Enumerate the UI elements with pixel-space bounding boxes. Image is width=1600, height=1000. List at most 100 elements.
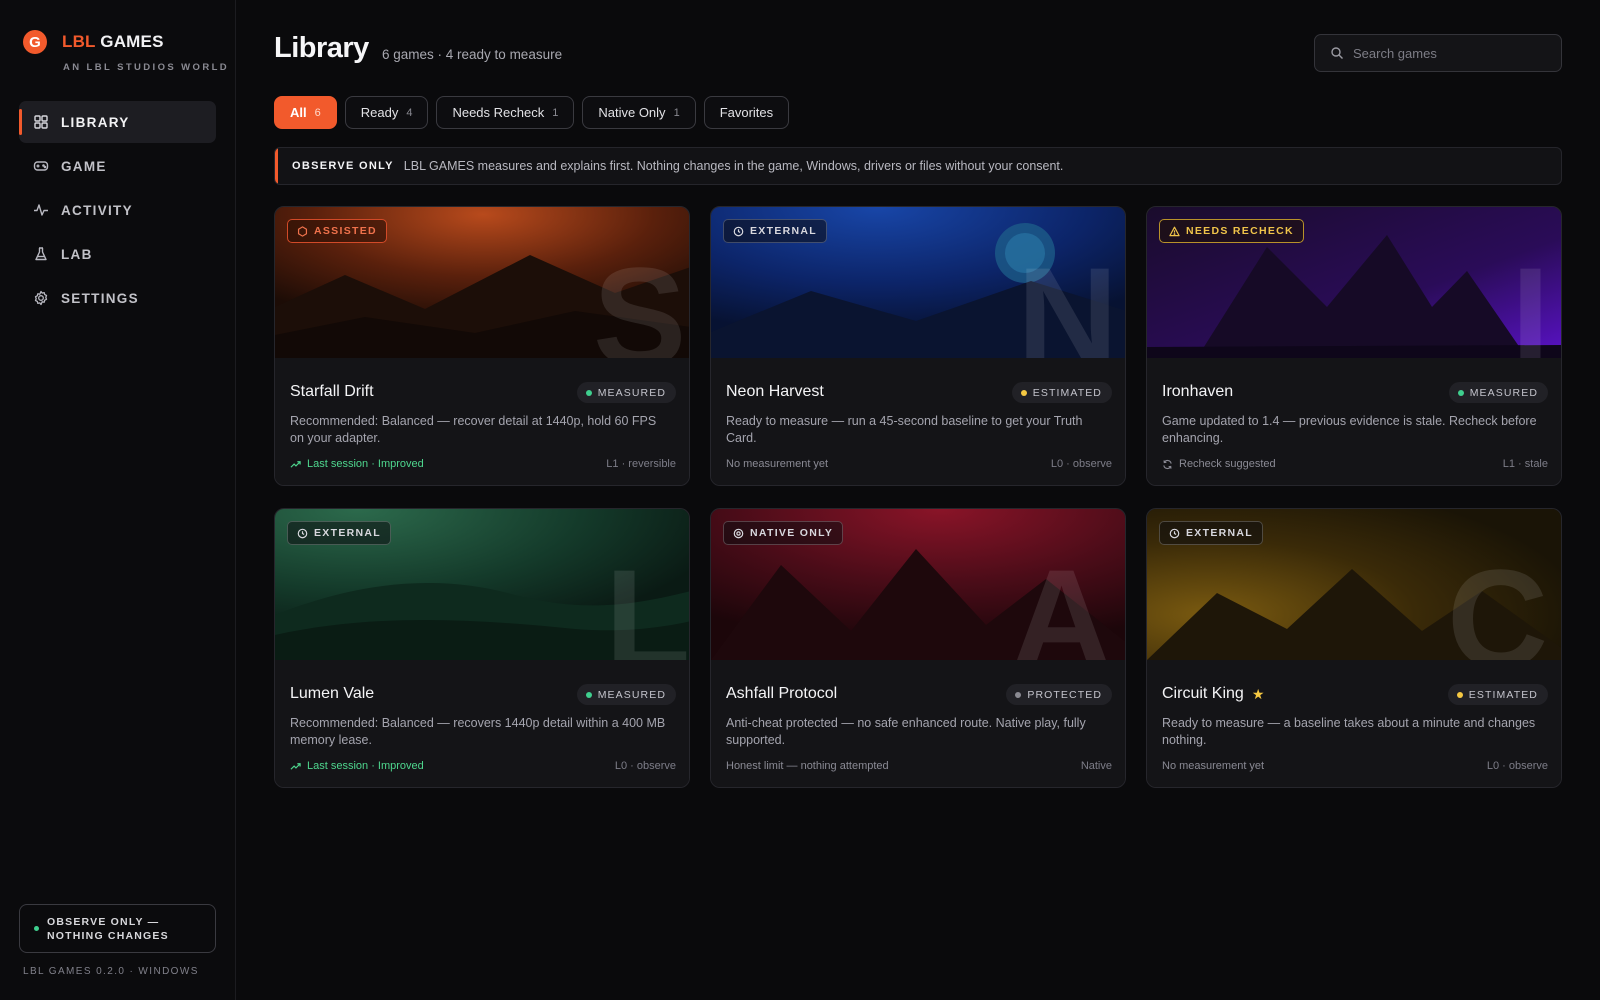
target-icon xyxy=(733,528,744,538)
status-label: MEASURED xyxy=(597,386,666,399)
observe-only-label: OBSERVE ONLY — NOTHING CHANGES xyxy=(47,915,169,942)
clock-icon xyxy=(1169,528,1180,538)
session-note: Recheck suggested xyxy=(1162,458,1276,470)
filter-all[interactable]: All 6 xyxy=(274,96,337,129)
sidebar-item-library[interactable]: LIBRARY xyxy=(19,101,216,143)
filter-ready[interactable]: Ready 4 xyxy=(344,96,429,129)
filter-count: 4 xyxy=(406,106,413,119)
status-dot-icon xyxy=(585,389,592,396)
trend-up-icon xyxy=(290,460,301,468)
game-description: Recommended: Balanced — recover detail a… xyxy=(290,414,657,445)
status-label: MEASURED xyxy=(597,688,666,701)
level-tag: L0 · observe xyxy=(1050,458,1112,470)
brand-logo-icon: G xyxy=(23,30,47,54)
filter-label: All xyxy=(290,105,307,120)
game-description: Ready to measure — a baseline takes abou… xyxy=(1162,716,1536,747)
observe-only-indicator[interactable]: OBSERVE ONLY — NOTHING CHANGES xyxy=(19,904,216,953)
game-title-text: Ashfall Protocol xyxy=(726,685,838,702)
status-dot-icon xyxy=(1015,691,1022,698)
session-note: No measurement yet xyxy=(726,458,828,470)
session-note-text: Honest limit — nothing attempted xyxy=(726,760,889,772)
status-badge: MEASURED xyxy=(576,684,676,705)
status-label: ESTIMATED xyxy=(1468,688,1538,701)
badge-label: EXTERNAL xyxy=(1186,527,1253,539)
game-title: Neon Harvest xyxy=(726,383,824,401)
sidebar-item-label: LIBRARY xyxy=(61,114,130,130)
card-body: Circuit King ★ ESTIMATED Ready to measur… xyxy=(1147,660,1561,787)
status-badge: MEASURED xyxy=(1448,382,1548,403)
refresh-icon xyxy=(1163,459,1172,469)
search-box[interactable] xyxy=(1314,34,1562,72)
game-card-ironhaven[interactable]: I NEEDS RECHECK Ironhaven MEASURED Game … xyxy=(1146,206,1562,486)
banner-label: OBSERVE ONLY xyxy=(292,160,394,172)
filter-label: Needs Recheck xyxy=(452,105,545,120)
game-title: Ironhaven xyxy=(1162,383,1233,401)
session-note: Last session · Improved xyxy=(290,458,424,470)
search-icon xyxy=(1331,47,1343,59)
route-badge: EXTERNAL xyxy=(1159,521,1263,545)
status-badge: PROTECTED xyxy=(1006,684,1112,705)
route-badge: NEEDS RECHECK xyxy=(1159,219,1304,243)
badge-label: EXTERNAL xyxy=(750,225,817,237)
game-card-starfall-drift[interactable]: S ASSISTED Starfall Drift MEASURED Recom… xyxy=(274,206,690,486)
card-body: Ashfall Protocol PROTECTED Anti-cheat pr… xyxy=(711,660,1125,787)
filter-label: Ready xyxy=(360,105,399,120)
game-card-circuit-king[interactable]: C EXTERNAL Circuit King ★ ESTIMATED Read… xyxy=(1146,508,1562,788)
filter-favorites[interactable]: Favorites xyxy=(703,96,790,129)
status-badge: ESTIMATED xyxy=(1011,382,1112,403)
grid-icon xyxy=(33,114,49,130)
status-label: PROTECTED xyxy=(1027,688,1102,701)
sidebar-item-lab[interactable]: LAB xyxy=(19,233,216,275)
game-title: Ashfall Protocol xyxy=(726,685,837,703)
gear-icon xyxy=(33,290,49,306)
game-card-lumen-vale[interactable]: L EXTERNAL Lumen Vale MEASURED Recommend… xyxy=(274,508,690,788)
filter-count: 1 xyxy=(552,106,559,119)
game-description: Ready to measure — run a 45-second basel… xyxy=(726,414,1083,445)
status-dot-icon xyxy=(1456,691,1463,698)
warning-icon xyxy=(1169,226,1180,236)
sidebar-item-label: ACTIVITY xyxy=(61,202,133,218)
brand-subtitle: AN LBL STUDIOS WORLD xyxy=(63,62,230,73)
filter-count: 1 xyxy=(673,106,680,119)
brand[interactable]: G LBL GAMES xyxy=(23,30,164,54)
favorite-star-icon[interactable]: ★ xyxy=(1252,686,1265,703)
route-badge: ASSISTED xyxy=(287,219,387,243)
game-title-text: Ironhaven xyxy=(1162,383,1234,400)
sidebar-item-activity[interactable]: ACTIVITY xyxy=(19,189,216,231)
filter-needs-recheck[interactable]: Needs Recheck 1 xyxy=(436,96,575,129)
brand-name: LBL GAMES xyxy=(62,32,164,52)
route-badge: EXTERNAL xyxy=(287,521,391,545)
card-body: Ironhaven MEASURED Game updated to 1.4 —… xyxy=(1147,358,1561,485)
game-title: Lumen Vale xyxy=(290,685,374,703)
status-dot-icon xyxy=(1020,389,1027,396)
filter-native-only[interactable]: Native Only 1 xyxy=(582,96,696,129)
card-body: Neon Harvest ESTIMATED Ready to measure … xyxy=(711,358,1125,485)
game-title-text: Circuit King xyxy=(1162,685,1244,702)
level-tag: Native xyxy=(1080,760,1112,772)
clock-icon xyxy=(733,226,744,236)
gamepad-icon xyxy=(33,158,49,174)
game-description: Game updated to 1.4 — previous evidence … xyxy=(1162,414,1537,445)
session-note-text: No measurement yet xyxy=(726,458,829,470)
filter-label: Favorites xyxy=(719,105,774,120)
status-dot-icon xyxy=(1457,389,1464,396)
route-badge: NATIVE ONLY xyxy=(723,521,844,545)
filter-label: Native Only xyxy=(598,105,666,120)
sidebar-item-settings[interactable]: SETTINGS xyxy=(19,277,216,319)
game-title: Circuit King ★ xyxy=(1162,685,1264,703)
sidebar-nav: LIBRARY GAME ACTIVITY LAB SETTINGS xyxy=(19,101,216,321)
badge-label: NATIVE ONLY xyxy=(750,527,834,539)
session-note: No measurement yet xyxy=(1162,760,1264,772)
game-title-text: Starfall Drift xyxy=(290,383,374,400)
game-card-ashfall-protocol[interactable]: A NATIVE ONLY Ashfall Protocol PROTECTED… xyxy=(710,508,1126,788)
session-note-text: Recheck suggested xyxy=(1179,458,1276,470)
game-description: Recommended: Balanced — recovers 1440p d… xyxy=(290,716,666,747)
sidebar-item-game[interactable]: GAME xyxy=(19,145,216,187)
hexagon-icon xyxy=(297,225,308,237)
trend-up-icon xyxy=(290,762,301,770)
search-input[interactable] xyxy=(1353,45,1543,61)
brand-name-rest: GAMES xyxy=(100,32,164,51)
game-title: Starfall Drift xyxy=(290,383,374,401)
filter-count: 6 xyxy=(314,106,321,119)
game-card-neon-harvest[interactable]: N EXTERNAL Neon Harvest ESTIMATED Ready … xyxy=(710,206,1126,486)
